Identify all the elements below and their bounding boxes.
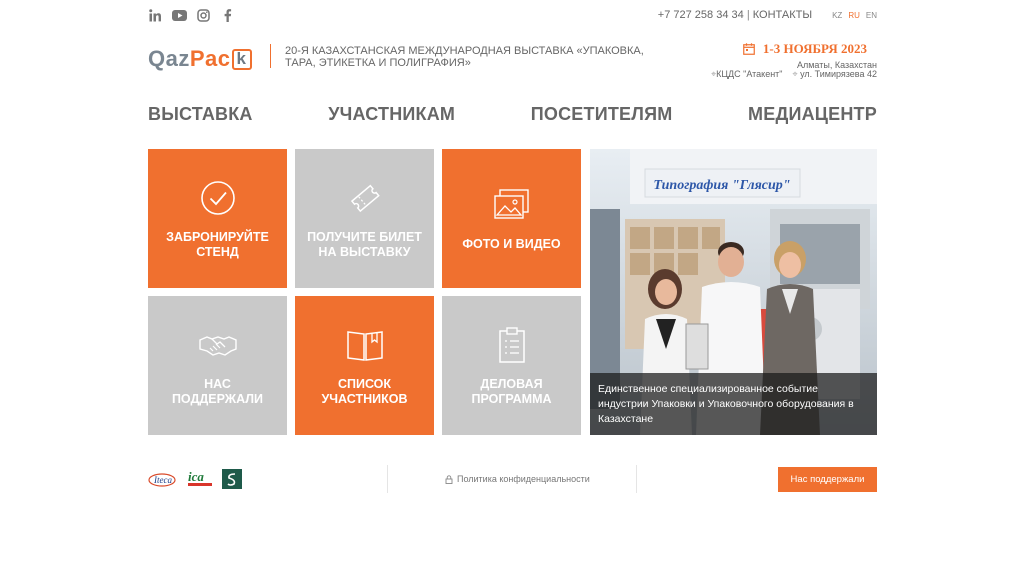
calendar-icon — [743, 43, 755, 55]
lock-icon — [445, 474, 453, 484]
ica-logo-text: ica — [188, 469, 204, 484]
clipboard-icon — [492, 325, 532, 365]
ticket-icon — [345, 178, 385, 218]
nav-item-visitors[interactable]: ПОСЕТИТЕЛЯМ — [531, 104, 673, 126]
tile-supporters[interactable]: НАС ПОДДЕРЖАЛИ — [148, 296, 287, 435]
nav-item-exhibition[interactable]: ВЫСТАВКА — [148, 104, 253, 126]
logo-main: Qaz — [148, 46, 190, 71]
booth-sign: Типография "Глясир" — [653, 178, 790, 193]
tile-book-stand[interactable]: ЗАБРОНИРУЙТЕ СТЕНД — [148, 149, 287, 288]
iteca-logo[interactable]: Iteca — [148, 470, 178, 488]
book-icon — [345, 325, 385, 365]
ica-logo[interactable]: ica — [186, 469, 214, 489]
top-right: +7 727 258 34 34 | КОНТАКТЫ KZ RU EN — [658, 9, 877, 21]
logo-box: k — [231, 48, 252, 70]
event-location: ⌖КЦДС "Атакент" ⌖ ул. Тимирязева 42 — [711, 69, 877, 80]
pin-icon: ⌖ — [792, 69, 798, 79]
tile-get-ticket[interactable]: ПОЛУЧИТЕ БИЛЕТ НА ВЫСТАВКУ — [295, 149, 434, 288]
photos-icon — [492, 185, 532, 225]
tile-label: СПИСОК УЧАСТНИКОВ — [321, 376, 408, 406]
tile-label: ПОЛУЧИТЕ БИЛЕТ НА ВЫСТАВКУ — [307, 229, 422, 259]
check-circle-icon — [198, 178, 238, 218]
logo-accent: Pac — [189, 46, 231, 71]
tile-label: ФОТО И ВИДЕО — [462, 237, 561, 251]
footer: Iteca ica Политика конфиденциальности На… — [148, 465, 877, 493]
main-nav: ВЫСТАВКА УЧАСТНИКАМ ПОСЕТИТЕЛЯМ МЕДИАЦЕН… — [148, 104, 877, 126]
lang-kz[interactable]: KZ — [832, 11, 842, 20]
social-links — [148, 8, 235, 23]
header: Qaz Pac k 20-я Казахстанская Международная… — [148, 40, 877, 80]
event-venue[interactable]: КЦДС "Атакент" — [716, 69, 782, 79]
tile-participants-list[interactable]: СПИСОК УЧАСТНИКОВ — [295, 296, 434, 435]
tile-label: ЗАБРОНИРУЙТЕ СТЕНД — [166, 229, 269, 259]
top-bar: +7 727 258 34 34 | КОНТАКТЫ KZ RU EN — [148, 6, 877, 24]
footer-divider — [636, 465, 637, 493]
event-date: 1-3 НОЯБРЯ 2023 — [743, 41, 867, 57]
exhibition-tagline: 20-я Казахстанская Международная Выставк… — [285, 45, 644, 69]
separator: | — [746, 9, 750, 21]
header-divider — [270, 44, 271, 68]
footer-divider — [387, 465, 388, 493]
facebook-icon[interactable] — [220, 8, 235, 23]
featured-photo[interactable]: Типография "Глясир" Единственное специал… — [590, 149, 877, 435]
supporters-button[interactable]: Нас поддержали — [778, 467, 877, 492]
iteca-logo-text: Iteca — [153, 475, 172, 485]
partner-logo-s[interactable] — [222, 469, 242, 489]
nav-item-participants[interactable]: УЧАСТНИКАМ — [328, 104, 455, 126]
privacy-policy-link[interactable]: Политика конфиденциальности — [445, 474, 590, 484]
event-address[interactable]: ул. Тимирязева 42 — [800, 69, 877, 79]
linkedin-icon[interactable] — [148, 8, 163, 23]
language-switcher: KZ RU EN — [832, 11, 877, 20]
tile-label: НАС ПОДДЕРЖАЛИ — [171, 376, 264, 406]
tile-business-program[interactable]: ДЕЛОВАЯ ПРОГРАММА — [442, 296, 581, 435]
lang-en[interactable]: EN — [866, 11, 877, 20]
privacy-policy-label: Политика конфиденциальности — [457, 474, 590, 484]
instagram-icon[interactable] — [196, 8, 211, 23]
contacts-link[interactable]: КОНТАКТЫ — [753, 9, 812, 21]
handshake-icon — [198, 325, 238, 365]
lang-ru[interactable]: RU — [848, 11, 860, 20]
tile-photo-video[interactable]: ФОТО И ВИДЕО — [442, 149, 581, 288]
photo-caption: Единственное специализированное событие … — [590, 373, 877, 435]
logo[interactable]: Qaz Pac k — [148, 46, 252, 72]
event-date-text: 1-3 НОЯБРЯ 2023 — [762, 41, 867, 56]
youtube-icon[interactable] — [172, 8, 187, 23]
partner-logos: Iteca ica — [148, 469, 242, 489]
tile-label: ДЕЛОВАЯ ПРОГРАММА — [471, 376, 552, 406]
nav-item-mediacenter[interactable]: МЕДИАЦЕНТР — [748, 104, 877, 126]
phone-link[interactable]: +7 727 258 34 34 — [658, 9, 744, 21]
